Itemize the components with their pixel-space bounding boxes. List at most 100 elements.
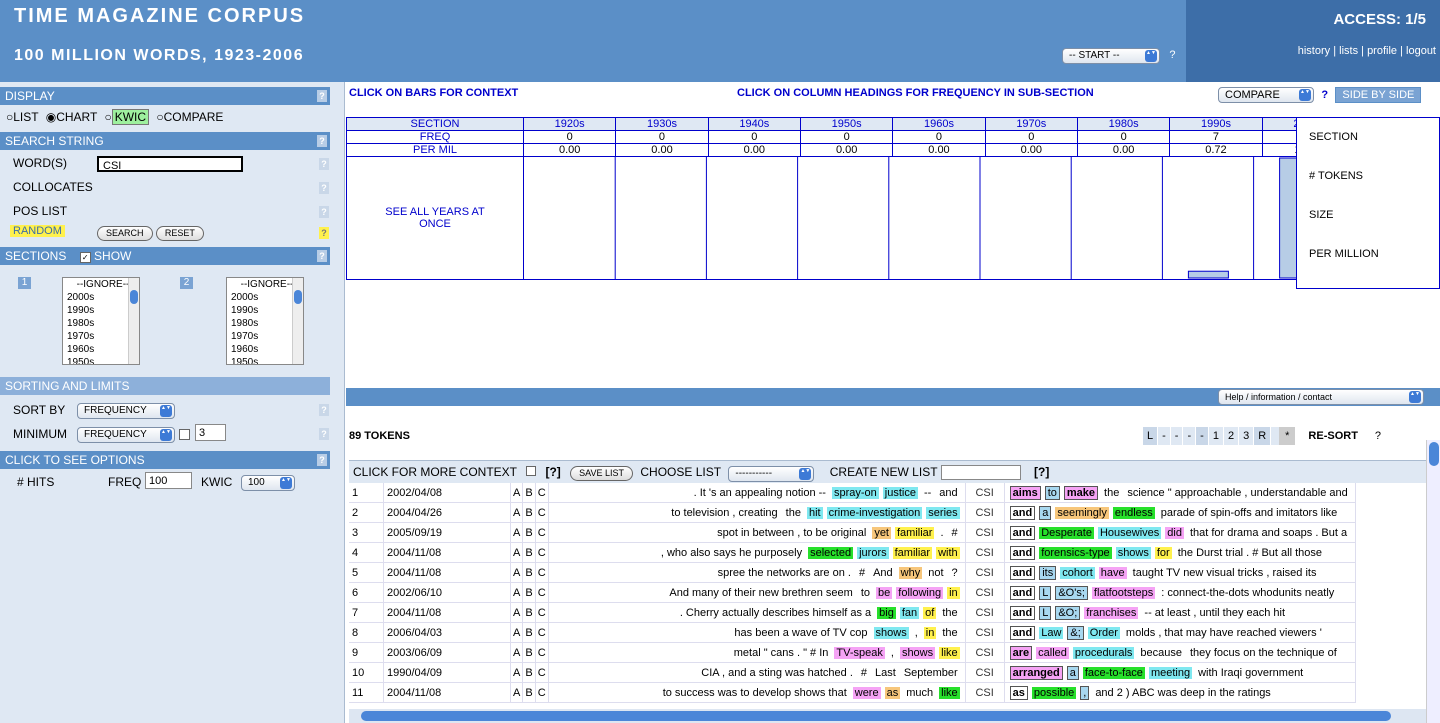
table-row[interactable]: 5 2004/11/08 A B Cspree the networks are on … (349, 562, 1356, 583)
context-word[interactable]: . Cherry actually describes himself as a (678, 607, 873, 619)
abc-link[interactable]: C (535, 682, 549, 703)
context-word[interactable]: and (1009, 605, 1036, 620)
abc-link[interactable]: C (535, 522, 549, 543)
context-word[interactable]: and (1009, 525, 1036, 540)
context-word[interactable]: And (871, 567, 895, 579)
kwic-hits-select[interactable]: 100 (241, 475, 295, 491)
context-word[interactable]: Desperate (1039, 526, 1094, 539)
context-word[interactable]: , (889, 647, 896, 659)
abc-link[interactable]: A (510, 542, 524, 563)
context-word[interactable]: ? (950, 567, 960, 579)
context-word[interactable]: face-to-face (1082, 666, 1145, 679)
context-word[interactable]: to (859, 587, 872, 599)
node-word[interactable]: CSI (965, 483, 1005, 503)
context-word[interactable]: arranged (1009, 665, 1063, 680)
context-word[interactable]: , (1080, 685, 1090, 700)
context-word[interactable]: that for drama and soaps . But a (1188, 527, 1349, 539)
context-word[interactable]: familiar (895, 526, 935, 539)
section-1-list[interactable]: --IGNORE-- 2000s 1990s 1980s 1970s 1960s… (62, 277, 140, 365)
help-select[interactable]: Help / information / contact (1218, 389, 1424, 405)
context-word[interactable]: Last (873, 667, 898, 679)
context-word[interactable]: as (884, 686, 901, 699)
page-r[interactable]: R (1254, 427, 1272, 445)
row-date[interactable]: 2004/11/08 (383, 542, 511, 563)
context-word[interactable]: they focus on the technique of (1188, 647, 1339, 659)
display-help[interactable]: ? (317, 90, 327, 102)
create-list-input[interactable] (940, 465, 1021, 481)
abc-link[interactable]: A (510, 602, 524, 623)
context-word[interactable]: shows (873, 626, 909, 639)
context-word[interactable]: and (1009, 545, 1036, 560)
context-word[interactable]: as (1009, 685, 1028, 700)
search-help[interactable]: ? (317, 135, 327, 147)
context-word[interactable]: Law (1039, 626, 1064, 639)
context-word[interactable]: aims (1009, 485, 1041, 500)
logout-link[interactable]: logout (1406, 45, 1436, 57)
context-word[interactable]: jurors (857, 546, 889, 559)
context-word[interactable]: hit (806, 506, 823, 519)
node-word[interactable]: CSI (965, 562, 1005, 583)
context-word[interactable]: meeting (1148, 666, 1193, 679)
list-scrollbar[interactable] (292, 278, 303, 364)
context-word[interactable]: shows (1115, 546, 1151, 559)
node-word[interactable]: CSI (965, 682, 1005, 703)
context-word[interactable]: in (923, 626, 937, 639)
abc-link[interactable]: A (510, 562, 524, 583)
random-button[interactable]: RANDOM (10, 225, 65, 237)
abc-link[interactable]: A (510, 483, 524, 503)
sort-help[interactable]: ? (319, 404, 329, 416)
context-word[interactable]: shows (899, 646, 936, 659)
node-word[interactable]: CSI (965, 602, 1005, 623)
context-word[interactable]: . (938, 527, 945, 539)
table-row[interactable]: 3 2005/09/19 A B Cspot in between , to be or… (349, 522, 1356, 543)
minimum-help[interactable]: ? (319, 428, 329, 440)
pos-list-label[interactable]: POS LIST (13, 204, 67, 218)
context-word[interactable]: and (1009, 585, 1036, 600)
context-word[interactable]: much (904, 687, 935, 699)
collocates-label[interactable]: COLLOCATES (13, 180, 93, 194)
table-row[interactable]: 6 2002/06/10 A B C And many of their new bret… (349, 582, 1356, 603)
abc-link[interactable]: C (535, 582, 549, 603)
context-word[interactable]: &O's; (1055, 585, 1088, 600)
freq-hits-input[interactable]: 100 (145, 472, 192, 489)
abc-link[interactable]: B (522, 662, 536, 683)
abc-link[interactable]: A (510, 622, 524, 643)
context-word[interactable]: called (1036, 646, 1069, 659)
words-help[interactable]: ? (319, 158, 329, 170)
table-row[interactable]: 10 1990/04/09 A B C CIA , and a sting was hat… (349, 662, 1356, 683)
page-3[interactable]: 3 (1239, 427, 1255, 445)
context-word[interactable]: did (1165, 526, 1184, 539)
context-word[interactable]: # (950, 527, 960, 539)
context-word[interactable]: Order (1087, 626, 1120, 639)
context-word[interactable]: : connect-the-dots whodunits neatly (1159, 587, 1336, 599)
row-date[interactable]: 2004/04/26 (383, 502, 511, 523)
context-word[interactable]: procedurals (1072, 646, 1135, 659)
abc-link[interactable]: B (522, 502, 536, 523)
node-word[interactable]: CSI (965, 542, 1005, 563)
context-word[interactable]: -- (922, 487, 933, 499)
context-word[interactable]: TV-speak (834, 646, 885, 659)
profile-link[interactable]: profile (1367, 45, 1397, 57)
save-list-button[interactable]: SAVE LIST (570, 466, 634, 481)
more-context-checkbox[interactable] (526, 466, 537, 476)
context-word[interactable]: the (784, 507, 803, 519)
abc-link[interactable]: C (535, 642, 549, 663)
context-word[interactable]: the (940, 627, 959, 639)
abc-link[interactable]: A (510, 642, 524, 663)
row-date[interactable]: 2006/04/03 (383, 622, 511, 643)
node-word[interactable]: CSI (965, 662, 1005, 683)
context-word[interactable]: are (1009, 645, 1033, 660)
abc-link[interactable]: B (522, 562, 536, 583)
bar-1990s[interactable] (1187, 270, 1229, 279)
context-word[interactable]: metal " cans . " # In (732, 647, 831, 659)
context-word[interactable]: why (898, 566, 923, 579)
abc-link[interactable]: B (522, 582, 536, 603)
context-word[interactable]: molds , that may have reached viewers ' (1124, 627, 1324, 639)
context-word[interactable]: , who also says he purposely (659, 547, 804, 559)
minimum-checkbox[interactable] (179, 429, 190, 440)
context-word[interactable]: of (923, 606, 937, 619)
row-date[interactable]: 2004/11/08 (383, 562, 511, 583)
context-word[interactable]: L (1039, 585, 1052, 600)
minimum-input[interactable]: 3 (195, 424, 226, 441)
context-word[interactable]: , (913, 627, 920, 639)
